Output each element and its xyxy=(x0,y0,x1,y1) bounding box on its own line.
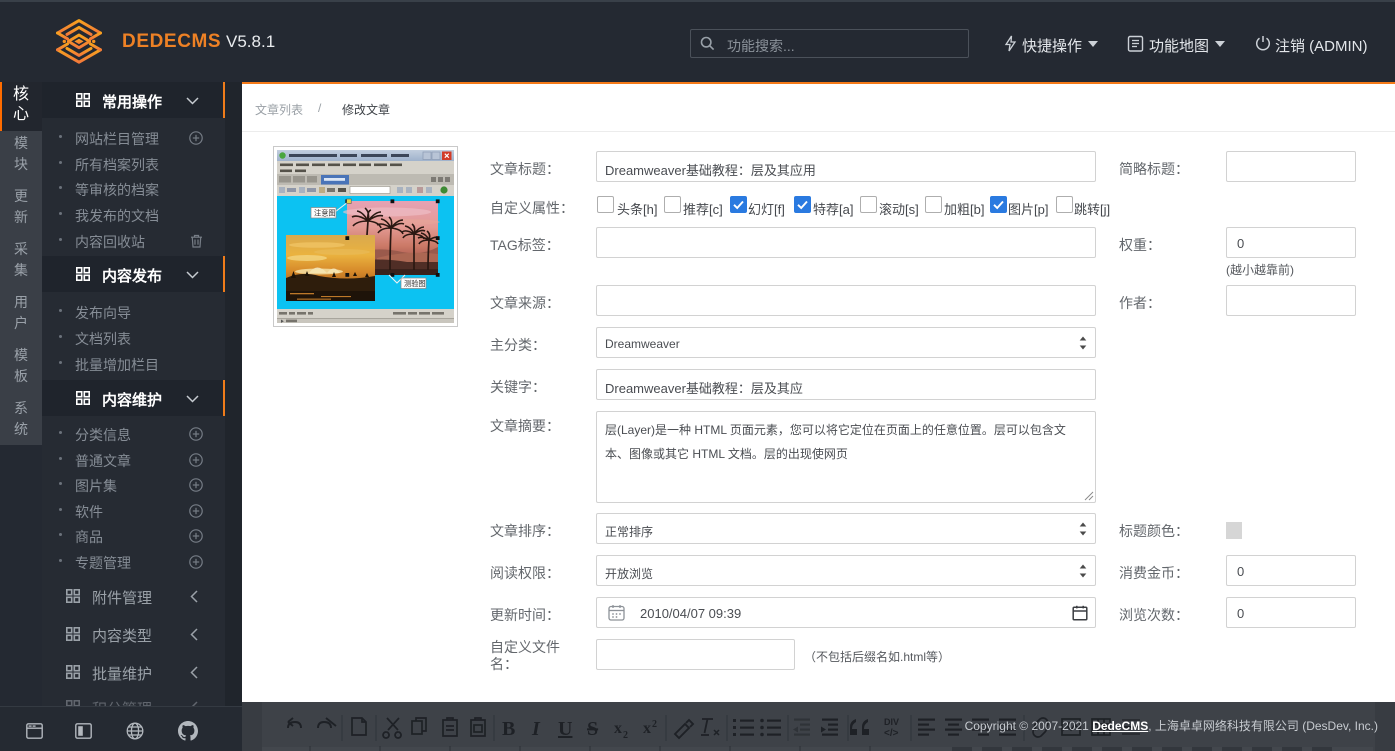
svg-text:测验图: 测验图 xyxy=(404,279,426,288)
svg-text:注意图: 注意图 xyxy=(314,209,336,218)
